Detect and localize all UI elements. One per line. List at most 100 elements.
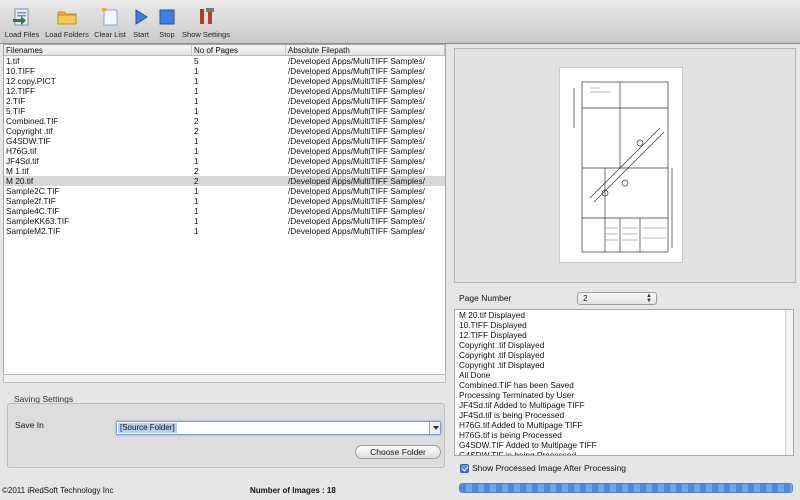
horizontal-scrollbar[interactable] (3, 374, 446, 383)
cell-pages: 2 (194, 116, 199, 126)
clear-list-button[interactable]: Clear List (93, 4, 127, 42)
vertical-scrollbar[interactable] (785, 310, 793, 455)
cell-filename: Copyright .tif (6, 126, 53, 136)
cell-filename: 12.TIFF (6, 86, 36, 96)
log-line: JF4Sd.tif Added to Multipage TIFF (459, 400, 585, 410)
table-row[interactable]: Sample4C.TIF 1/Developed Apps/MultiTIFF S… (4, 206, 445, 216)
save-in-combobox[interactable]: [Source Folder] (116, 421, 441, 435)
log-lines: M 20.tif Displayed 10.TIFF Displayed 12.TI… (455, 310, 793, 456)
load-files-button[interactable]: Load Files (4, 4, 40, 42)
cell-filepath: /Developed Apps/MultiTIFF Samples/ (288, 116, 425, 126)
stop-icon (157, 7, 177, 27)
stop-button[interactable]: Stop (157, 4, 177, 42)
table-row[interactable]: 12.TIFF 1/Developed Apps/MultiTIFF Sample… (4, 86, 445, 96)
cell-filepath: /Developed Apps/MultiTIFF Samples/ (288, 176, 425, 186)
table-row[interactable]: JF4Sd.tif 1/Developed Apps/MultiTIFF Samp… (4, 156, 445, 166)
cell-filename: H76G.tif (6, 146, 37, 156)
start-button[interactable]: Start (131, 4, 151, 42)
cell-filepath: /Developed Apps/MultiTIFF Samples/ (288, 56, 425, 66)
table-body: 1.tif 5/Developed Apps/MultiTIFF Samples/… (4, 56, 445, 236)
show-processed-label: Show Processed Image After Processing (472, 463, 627, 473)
cell-pages: 2 (194, 166, 199, 176)
save-in-value: [Source Folder] (118, 423, 177, 433)
table-row[interactable]: Copyright .tif 2/Developed Apps/MultiTIFF… (4, 126, 445, 136)
log-line: 12.TIFF Displayed (459, 330, 527, 340)
column-header-pages[interactable]: No of Pages (192, 45, 286, 55)
log-line: H76G.tif is being Processed (459, 430, 562, 440)
table-row[interactable]: 2.TIF 1/Developed Apps/MultiTIFF Samples/ (4, 96, 445, 106)
log-line: Processing Terminated by User (459, 390, 575, 400)
log-line: H76G.tif Added to Multipage TIFF (459, 420, 583, 430)
table-row[interactable]: Sample2f.TIF 1/Developed Apps/MultiTIFF S… (4, 196, 445, 206)
table-row[interactable]: 1.tif 5/Developed Apps/MultiTIFF Samples/ (4, 56, 445, 66)
table-row[interactable]: SampleKK63.TIF 1/Developed Apps/MultiTIFF… (4, 216, 445, 226)
progress-fill (460, 484, 792, 492)
clear-list-icon (100, 7, 120, 27)
cell-filename: Sample2C.TIF (6, 186, 60, 196)
show-settings-button[interactable]: Show Settings (182, 4, 230, 42)
toolbar: Load Files Load Folders Clear List Start (0, 0, 800, 44)
stepper-arrows-icon: ▲ ▼ (646, 293, 652, 304)
cell-pages: 2 (194, 126, 199, 136)
choose-folder-button[interactable]: Choose Folder (355, 445, 441, 459)
processing-log[interactable]: M 20.tif Displayed 10.TIFF Displayed 12.TI… (454, 309, 794, 456)
table-row[interactable]: G4SDW.TIF 1/Developed Apps/MultiTIFF Samp… (4, 136, 445, 146)
cell-pages: 1 (194, 206, 199, 216)
cell-filepath: /Developed Apps/MultiTIFF Samples/ (288, 136, 425, 146)
play-icon (131, 7, 151, 27)
copyright-text: ©2011 iRedSoft Technology Inc (2, 486, 114, 495)
cell-filepath: /Developed Apps/MultiTIFF Samples/ (288, 216, 425, 226)
log-line: Copyright .tif Displayed (459, 340, 545, 350)
table-row[interactable]: 12 copy.PICT 1/Developed Apps/MultiTIFF S… (4, 76, 445, 86)
chevron-down-icon[interactable] (429, 422, 440, 434)
table-row[interactable]: M 1.tif 2/Developed Apps/MultiTIFF Sample… (4, 166, 445, 176)
cell-filename: SampleKK63.TIF (6, 216, 70, 226)
cell-pages: 1 (194, 66, 199, 76)
cell-pages: 1 (194, 136, 199, 146)
file-table[interactable]: Filenames No of Pages Absolute Filepath … (3, 44, 446, 383)
cell-pages: 1 (194, 96, 199, 106)
cell-filepath: /Developed Apps/MultiTIFF Samples/ (288, 76, 425, 86)
cell-pages: 1 (194, 186, 199, 196)
log-line: G4SDW.TIF is being Processed (459, 450, 577, 456)
show-settings-label: Show Settings (182, 30, 230, 39)
table-row[interactable]: SampleM2.TIF 1/Developed Apps/MultiTIFF S… (4, 226, 445, 236)
table-row[interactable]: 5.TIF 1/Developed Apps/MultiTIFF Samples/ (4, 106, 445, 116)
cell-pages: 1 (194, 146, 199, 156)
cell-filename: Sample4C.TIF (6, 206, 60, 216)
log-line: 10.TIFF Displayed (459, 320, 527, 330)
log-line: JF4Sd.tif is being Processed (459, 410, 565, 420)
load-folders-button[interactable]: Load Folders (44, 4, 90, 42)
log-line: Copyright .tif Displayed (459, 350, 545, 360)
cell-filename: 2.TIF (6, 96, 26, 106)
cell-filepath: /Developed Apps/MultiTIFF Samples/ (288, 186, 425, 196)
cell-filename: 5.TIF (6, 106, 26, 116)
column-header-filenames[interactable]: Filenames (4, 45, 192, 55)
table-row[interactable]: M 20.tif 2/Developed Apps/MultiTIFF Sampl… (4, 176, 445, 186)
cell-pages: 1 (194, 196, 199, 206)
column-header-filepath[interactable]: Absolute Filepath (286, 45, 445, 55)
cell-pages: 1 (194, 156, 199, 166)
table-row[interactable]: Sample2C.TIF 1/Developed Apps/MultiTIFF S… (4, 186, 445, 196)
show-processed-checkbox[interactable] (460, 463, 469, 473)
cell-filepath: /Developed Apps/MultiTIFF Samples/ (288, 156, 425, 166)
load-files-icon (12, 7, 32, 27)
cell-filename: Sample2f.TIF (6, 196, 56, 206)
progress-bar (459, 483, 793, 493)
table-row[interactable]: Combined.TIF 2/Developed Apps/MultiTIFF S… (4, 116, 445, 126)
table-row[interactable]: H76G.tif 1/Developed Apps/MultiTIFF Sampl… (4, 146, 445, 156)
tools-icon (196, 7, 216, 27)
cell-filepath: /Developed Apps/MultiTIFF Samples/ (288, 126, 425, 136)
cell-filepath: /Developed Apps/MultiTIFF Samples/ (288, 106, 425, 116)
cell-filename: JF4Sd.tif (6, 156, 39, 166)
table-row[interactable]: 10.TIFF 1/Developed Apps/MultiTIFF Sample… (4, 66, 445, 76)
number-of-images: Number of Images : 18 (250, 486, 336, 495)
page-number-select[interactable]: 2 ▲ ▼ (577, 292, 657, 305)
page-number-label: Page Number (459, 293, 512, 303)
cell-filepath: /Developed Apps/MultiTIFF Samples/ (288, 226, 425, 236)
cell-pages: 1 (194, 106, 199, 116)
save-in-label: Save In (15, 420, 44, 430)
cell-pages: 1 (194, 216, 199, 226)
cell-filepath: /Developed Apps/MultiTIFF Samples/ (288, 96, 425, 106)
show-processed-checkbox-row[interactable]: Show Processed Image After Processing (460, 463, 626, 473)
